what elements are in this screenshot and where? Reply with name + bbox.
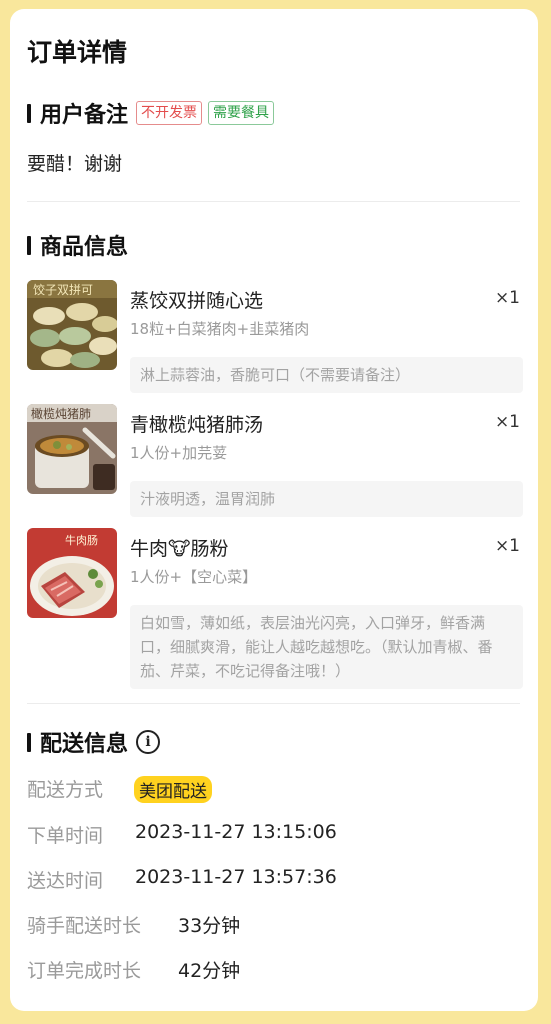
delivery-method-badge: 美团配送: [134, 776, 212, 803]
item-quantity: ×1: [494, 536, 520, 556]
remark-section-header: 用户备注 不开发票 需要餐具: [27, 97, 275, 129]
info-icon[interactable]: i: [136, 730, 161, 754]
user-remark-text: 要醋！谢谢: [27, 153, 123, 175]
goods-item[interactable]: 饺子双拼可 蒸饺双拼随心选 ×1 18粒+白菜猪肉+韭菜猪肉 淋上蒜蓉油，香脆可…: [27, 280, 523, 393]
rice-noodle-roll-photo: 牛肉肠: [27, 528, 117, 618]
soup-photo-label: 橄榄炖猪肺: [31, 406, 91, 421]
dumplings-photo: 饺子双拼可: [27, 280, 117, 370]
section-marker: [27, 235, 31, 255]
page-title: 订单详情: [27, 38, 128, 67]
rider-duration-label: 骑手配送时长: [27, 915, 142, 937]
item-quantity: ×1: [494, 412, 520, 432]
item-name: 青橄榄炖猪肺汤: [130, 414, 264, 436]
item-spec: 1人份+加芫荽: [130, 444, 228, 462]
rider-duration-value: 33分钟: [178, 915, 241, 937]
divider: [27, 703, 520, 704]
order-time-value: 2023-11-27 13:15:06: [135, 821, 337, 843]
goods-section-header: 商品信息: [27, 229, 128, 261]
item-remark: 白如雪，薄如纸，表层油光闪亮，入口弹牙，鲜香满口，细腻爽滑，能让人越吃越想吃。（…: [130, 605, 523, 689]
delivery-section-header: 配送信息 i: [27, 726, 161, 758]
goods-section-title: 商品信息: [40, 235, 129, 260]
order-detail-card: 订单详情 用户备注 不开发票 需要餐具 要醋！谢谢 商品信息 饺子双拼可 蒸饺双…: [10, 9, 538, 1011]
item-quantity: ×1: [494, 288, 520, 308]
item-remark: 汁液明透，温胃润肺: [130, 481, 523, 517]
section-marker: [27, 732, 31, 752]
goods-item[interactable]: 牛肉肠 牛肉🐮肠粉 ×1 1人份+【空心菜】 白如雪，薄如纸，表层油光闪亮，入口…: [27, 528, 523, 689]
completion-duration-label: 订单完成时长: [27, 960, 142, 982]
arrival-time-value: 2023-11-27 13:57:36: [135, 866, 337, 888]
item-spec: 18粒+白菜猪肉+韭菜猪肉: [130, 320, 310, 338]
completion-duration-value: 42分钟: [178, 960, 241, 982]
dumplings-photo-label: 饺子双拼可: [33, 282, 93, 297]
remark-section-title: 用户备注: [40, 103, 129, 128]
rice-noodle-roll-photo-label: 牛肉肠: [65, 533, 98, 547]
item-remark: 淋上蒜蓉油，香脆可口（不需要请备注）: [130, 357, 523, 393]
no-invoice-tag: 不开发票: [136, 101, 203, 125]
arrival-time-label: 送达时间: [27, 870, 104, 892]
divider: [27, 201, 520, 202]
section-marker: [27, 103, 31, 123]
item-spec: 1人份+【空心菜】: [130, 568, 258, 586]
order-time-label: 下单时间: [27, 825, 104, 847]
delivery-method-label: 配送方式: [27, 779, 104, 801]
goods-item[interactable]: 橄榄炖猪肺 青橄榄炖猪肺汤 ×1 1人份+加芫荽 汁液明透，温胃润肺: [27, 404, 523, 517]
need-tableware-tag: 需要餐具: [208, 101, 275, 125]
item-name: 牛肉🐮肠粉: [130, 538, 229, 560]
item-name: 蒸饺双拼随心选: [130, 290, 264, 312]
delivery-section-title: 配送信息: [40, 732, 129, 757]
soup-photo: 橄榄炖猪肺: [27, 404, 117, 494]
